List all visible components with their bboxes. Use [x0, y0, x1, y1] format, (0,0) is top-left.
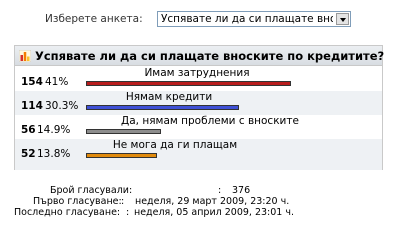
option-count: 52 — [21, 148, 36, 160]
poll-selector-label: Изберете анкета: — [45, 13, 143, 25]
poll-selector: Изберете анкета: Успявате ли да си плаща… — [0, 10, 394, 30]
last-vote-label: Последно гласуване: — [14, 207, 121, 218]
chevron-down-icon[interactable] — [336, 13, 349, 25]
poll-results: Успявате ли да си плащате вноските по кр… — [14, 45, 385, 170]
poll-option-row: 114 30.3% Нямам кредити — [15, 91, 382, 115]
option-percent: 30.3% — [45, 100, 79, 112]
votes-label: Брой гласували: — [50, 185, 133, 196]
poll-option-row: 52 13.8% Не мога да ги плащам — [15, 139, 382, 170]
option-percent: 13.8% — [37, 148, 71, 160]
option-bar — [86, 81, 291, 86]
option-bar — [86, 129, 161, 134]
poll-option-row: 56 14.9% Да, нямам проблеми с вноските — [15, 115, 382, 139]
bar-chart-icon — [19, 50, 31, 62]
poll-question: Успявате ли да си плащате вноските по кр… — [35, 49, 385, 63]
first-vote-label: Първо гласуване: — [33, 196, 122, 207]
option-label: Имам затруднения — [144, 67, 250, 79]
option-count: 154 — [21, 76, 43, 88]
option-percent: 41% — [45, 76, 69, 88]
first-vote-date: неделя, 29 март 2009, 23:20 ч. — [135, 196, 290, 207]
option-bar — [86, 153, 157, 158]
option-count: 56 — [21, 124, 36, 136]
option-count: 114 — [21, 100, 43, 112]
poll-header: Успявате ли да си плащате вноските по кр… — [15, 46, 385, 66]
poll-select-dropdown[interactable]: Успявате ли да си плащате вноските по кр… — [157, 11, 351, 27]
poll-option-row: 154 41% Имам затруднения — [15, 67, 382, 91]
poll-select-value: Успявате ли да си плащате вноските по кр… — [161, 13, 333, 25]
option-label: Не мога да ги плащам — [112, 139, 238, 151]
option-label: Нямам кредити — [125, 91, 213, 103]
option-bar — [86, 105, 239, 110]
option-label: Да, нямам проблеми с вноските — [121, 115, 299, 127]
option-percent: 14.9% — [37, 124, 71, 136]
votes-count: 376 — [232, 185, 251, 196]
last-vote-date: неделя, 05 април 2009, 23:01 ч. — [134, 207, 294, 218]
